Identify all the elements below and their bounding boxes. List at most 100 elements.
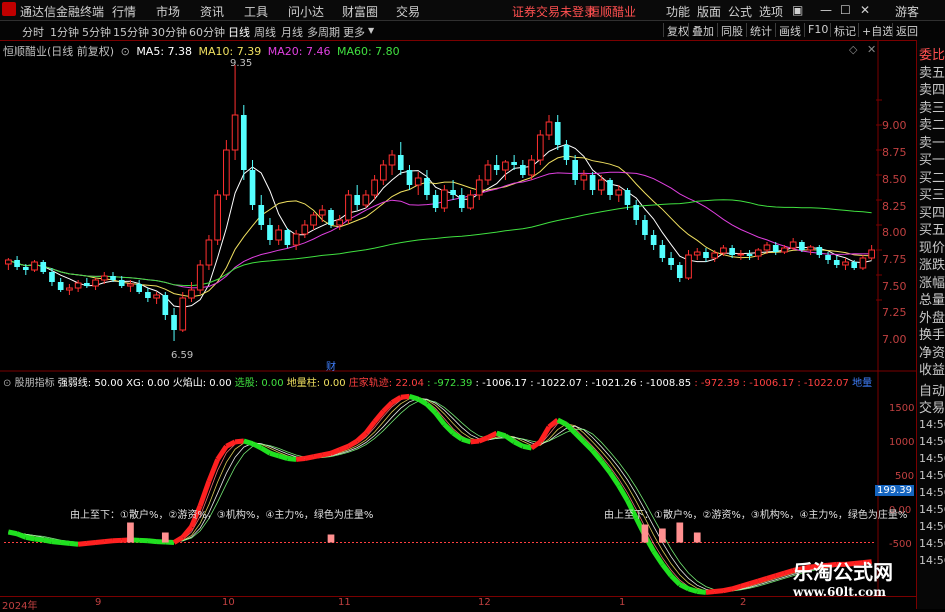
indicator-segment <box>61 543 70 544</box>
ma5-line <box>8 144 871 307</box>
candle-body <box>285 230 291 245</box>
menu-item-ask[interactable]: 问小达 <box>288 3 324 20</box>
f10-button[interactable]: F10 <box>804 23 828 37</box>
indicator-name: 股朋指标 <box>15 378 55 389</box>
indicator-segment <box>375 411 384 422</box>
indicator-segment <box>279 456 288 459</box>
add-watchlist-button[interactable]: +自选 <box>858 23 893 37</box>
menu-bar: 通达信金融终端 行情 市场 资讯 工具 问小达 财富圈 交易 证券交易未登录 恒… <box>0 0 945 21</box>
quote-panel-item: 卖三 <box>919 97 945 116</box>
window-icon[interactable]: ▣ <box>792 3 803 17</box>
tab-period-0[interactable]: 分时 <box>22 24 44 40</box>
indicator-segment <box>593 451 602 462</box>
tab-period-10[interactable]: 更多 <box>343 24 365 40</box>
back-button[interactable]: 返回 <box>892 23 918 37</box>
indicator-item-14: 地量 <box>852 378 872 389</box>
same-stock-button[interactable]: 同股 <box>717 23 743 37</box>
tab-period-1[interactable]: 1分钟 <box>50 24 79 40</box>
tab-period-4[interactable]: 30分钟 <box>151 24 187 40</box>
candle-body <box>651 235 657 245</box>
quote-panel-item: 卖一 <box>919 132 945 151</box>
indicator-segment <box>235 441 244 442</box>
guest-label[interactable]: 游客 <box>895 3 919 20</box>
indicator-item-10: : -1008.85 <box>640 378 692 389</box>
mark-button[interactable]: 标记 <box>830 23 856 37</box>
indicator-segment <box>305 457 314 459</box>
indicator-segment <box>706 592 715 593</box>
maximize-icon[interactable]: ☐ <box>840 3 851 17</box>
quote-panel-item: 涨幅 <box>919 272 945 291</box>
menu-item-layout[interactable]: 版面 <box>697 3 721 20</box>
quote-panel-item: 14:56 <box>919 537 945 550</box>
indicator-segment <box>357 433 366 441</box>
volume-bar <box>127 523 134 543</box>
tab-period-7[interactable]: 周线 <box>254 24 276 40</box>
indicator-item-0: 强弱线: 50.00 <box>58 378 123 389</box>
tab-period-9[interactable]: 多周期 <box>307 24 340 40</box>
tab-period-8[interactable]: 月线 <box>281 24 303 40</box>
menu-item-quotes[interactable]: 行情 <box>112 3 136 20</box>
indicator-gear-icon[interactable]: ⊙ <box>3 378 11 389</box>
indicator-tick: 1500 <box>889 403 914 414</box>
stats-button[interactable]: 统计 <box>746 23 772 37</box>
menu-item-news[interactable]: 资讯 <box>200 3 224 20</box>
expand-icon[interactable]: ◇ <box>849 43 857 56</box>
quote-panel-item: 涨跌 <box>919 254 945 273</box>
legend-gear-icon[interactable]: ⊙ <box>121 45 130 58</box>
close-chart-icon[interactable]: ✕ <box>867 43 876 56</box>
candle-body <box>494 165 500 170</box>
candle-body <box>546 122 552 135</box>
indicator-segment <box>619 486 628 501</box>
kline-chart[interactable] <box>0 40 916 609</box>
indicator-item-9: : -1021.26 <box>585 378 637 389</box>
quote-panel-item: 14:56 <box>919 486 945 499</box>
fq-button[interactable]: 复权 <box>663 23 689 37</box>
indicator-segment <box>462 439 471 442</box>
indicator-item-8: : -1022.07 <box>530 378 582 389</box>
candle-body <box>450 190 456 195</box>
quote-panel-item: 14:56 <box>919 469 945 482</box>
menu-item-wealth[interactable]: 财富圈 <box>342 3 378 20</box>
indicator-segment <box>471 441 480 442</box>
tab-period-5[interactable]: 60分钟 <box>189 24 225 40</box>
menu-item-function[interactable]: 功能 <box>666 3 690 20</box>
minimize-icon[interactable]: — <box>820 3 832 17</box>
quote-panel-item: 买一 <box>919 149 945 168</box>
candle-body <box>564 145 570 160</box>
watermark-title: 乐淘公式网 <box>793 556 893 585</box>
menu-item-formula[interactable]: 公式 <box>728 3 752 20</box>
quote-panel-item: 14:56 <box>919 418 945 431</box>
indicator-segment <box>444 424 453 433</box>
overlay-button[interactable]: 叠加 <box>688 23 714 37</box>
menu-item-tools[interactable]: 工具 <box>244 3 268 20</box>
more-dropdown-icon[interactable]: ▼ <box>368 26 374 35</box>
tab-period-3[interactable]: 15分钟 <box>113 24 149 40</box>
indicator-segment <box>436 413 445 424</box>
candle-body <box>128 284 134 286</box>
candle-body <box>93 280 99 286</box>
quote-panel-item[interactable]: 交易 <box>919 397 945 416</box>
candle-body <box>537 135 543 160</box>
candle-body <box>407 170 413 185</box>
menu-item-trade[interactable]: 交易 <box>396 3 420 20</box>
price-tick: 8.00 <box>882 226 907 239</box>
candle-body <box>424 178 430 195</box>
candle-body <box>468 195 474 208</box>
quote-panel-item: 换手 <box>919 324 945 343</box>
candle-body <box>503 162 509 170</box>
finance-marker[interactable]: 财 <box>326 358 336 373</box>
candle-body <box>660 245 666 258</box>
draw-button[interactable]: 画线 <box>775 23 801 37</box>
price-tick: 8.50 <box>882 173 907 186</box>
close-icon[interactable]: ✕ <box>860 3 870 17</box>
indicator-segment <box>348 441 357 446</box>
login-notice[interactable]: 证券交易未登录 <box>512 3 596 20</box>
candle-body <box>267 225 273 240</box>
tab-period-6[interactable]: 日线 <box>228 24 250 40</box>
menu-item-options[interactable]: 选项 <box>759 3 783 20</box>
tab-period-2[interactable]: 5分钟 <box>82 24 111 40</box>
indicator-segment <box>270 453 279 456</box>
quote-panel-item: 14:56 <box>919 452 945 465</box>
menu-item-market[interactable]: 市场 <box>156 3 180 20</box>
candle-body <box>712 253 718 258</box>
